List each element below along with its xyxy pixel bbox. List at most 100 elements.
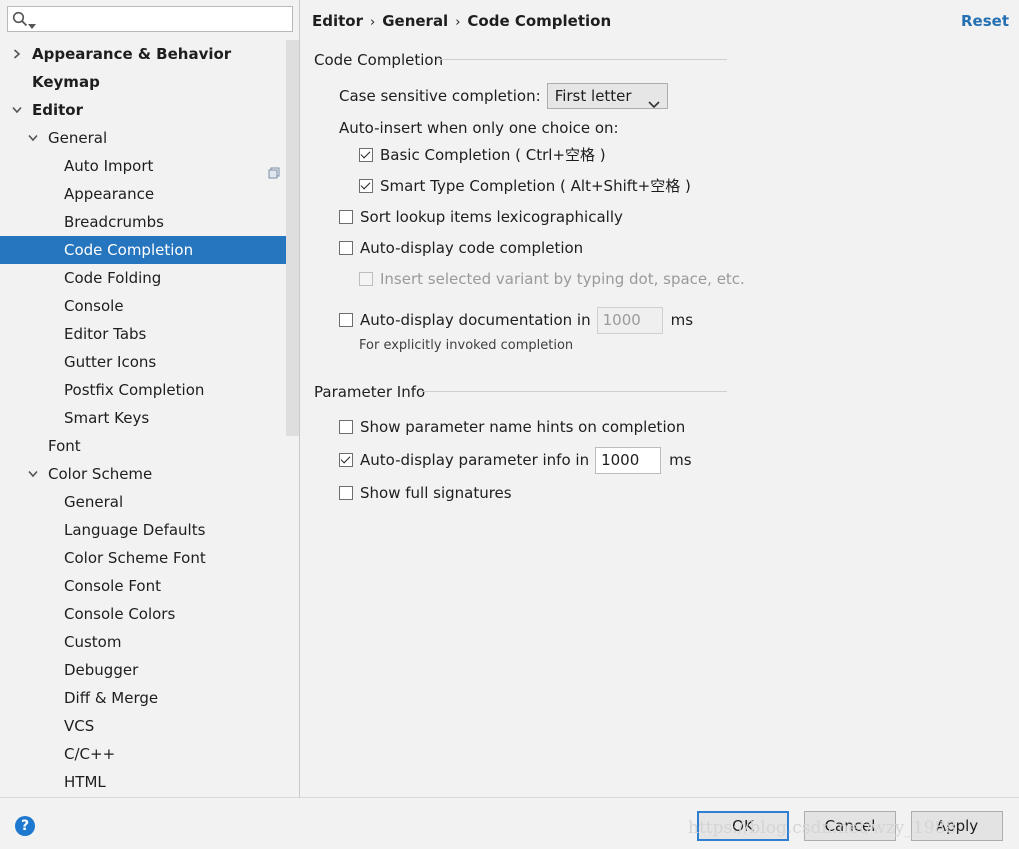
sidebar-item-label: Auto Import xyxy=(64,157,154,175)
show-name-hints-option[interactable]: Show parameter name hints on completion xyxy=(339,415,685,439)
basic-completion-checkbox[interactable] xyxy=(359,148,373,162)
sidebar-item-console-font[interactable]: Console Font xyxy=(0,572,299,600)
search-input[interactable] xyxy=(40,9,289,29)
sidebar-item-label: HTML xyxy=(64,773,106,791)
sidebar-item-label: Color Scheme Font xyxy=(64,549,206,567)
reset-link[interactable]: Reset xyxy=(961,10,1009,32)
sidebar-item-label: Smart Keys xyxy=(64,409,150,427)
sidebar-item-gutter-icons[interactable]: Gutter Icons xyxy=(0,348,299,376)
chevron-down-icon xyxy=(648,92,660,116)
sidebar-item-code-folding[interactable]: Code Folding xyxy=(0,264,299,292)
sidebar-item-label: General xyxy=(64,493,124,511)
help-icon[interactable]: ? xyxy=(15,816,35,836)
sidebar-item-label: Breadcrumbs xyxy=(64,213,164,231)
sidebar-item-console[interactable]: Console xyxy=(0,292,299,320)
cancel-button[interactable]: Cancel xyxy=(804,811,896,841)
sidebar-item-general[interactable]: General xyxy=(0,124,299,152)
sidebar-item-code-completion[interactable]: Code Completion xyxy=(0,236,299,264)
sidebar-item-language-defaults[interactable]: Language Defaults xyxy=(0,516,299,544)
breadcrumb: Editor › General › Code Completion xyxy=(312,10,611,32)
auto-display-parameter-info-checkbox[interactable] xyxy=(339,453,353,467)
case-sensitive-selected-value: First letter xyxy=(554,87,632,105)
sidebar-item-general[interactable]: General xyxy=(0,488,299,516)
settings-search-field[interactable] xyxy=(7,6,293,32)
auto-display-code-completion-option[interactable]: Auto-display code completion xyxy=(339,236,583,260)
chevron-down-icon[interactable] xyxy=(10,96,24,124)
settings-content-panel: Editor › General › Code Completion Reset Cod… xyxy=(300,0,1019,797)
show-name-hints-checkbox[interactable] xyxy=(339,420,353,434)
sidebar-item-smart-keys[interactable]: Smart Keys xyxy=(0,404,299,432)
sidebar-item-label: Diff & Merge xyxy=(64,689,159,707)
sidebar-item-keymap[interactable]: Keymap xyxy=(0,68,299,96)
sidebar-item-color-scheme-font[interactable]: Color Scheme Font xyxy=(0,544,299,572)
auto-display-documentation-checkbox[interactable] xyxy=(339,313,353,327)
case-sensitive-label: Case sensitive completion: xyxy=(339,87,541,105)
section-divider xyxy=(438,59,727,60)
sidebar-item-editor-tabs[interactable]: Editor Tabs xyxy=(0,320,299,348)
smart-type-completion-option[interactable]: Smart Type Completion ( Alt+Shift+空格 ) xyxy=(359,174,691,198)
documentation-delay-field[interactable]: 1000 xyxy=(596,306,663,334)
parameter-info-delay-unit: ms xyxy=(669,451,692,469)
show-full-signatures-option[interactable]: Show full signatures xyxy=(339,481,512,505)
breadcrumb-item: Code Completion xyxy=(467,12,612,30)
sidebar-item-label: Console Colors xyxy=(64,605,176,623)
sidebar-item-html[interactable]: HTML xyxy=(0,768,299,796)
search-icon xyxy=(12,11,28,31)
insert-selected-variant-option: Insert selected variant by typing dot, s… xyxy=(359,267,745,291)
breadcrumb-item: Editor xyxy=(312,12,363,30)
sidebar-item-label: Keymap xyxy=(32,73,100,91)
auto-display-documentation-label: Auto-display documentation in xyxy=(360,311,591,329)
sidebar-item-label: Appearance xyxy=(64,185,155,203)
auto-display-parameter-info-label: Auto-display parameter info in xyxy=(360,451,590,469)
insert-selected-variant-label: Insert selected variant by typing dot, s… xyxy=(380,270,745,288)
sidebar-item-label: Code Folding xyxy=(64,269,162,287)
breadcrumb-separator-icon: › xyxy=(370,15,376,30)
sidebar-item-appearance-behavior[interactable]: Appearance & Behavior xyxy=(0,40,299,68)
case-sensitive-select[interactable]: First letter xyxy=(546,83,668,109)
sidebar-item-custom[interactable]: Custom xyxy=(0,628,299,656)
section-title-code-completion: Code Completion xyxy=(314,51,444,69)
sidebar-item-label: Language Defaults xyxy=(64,521,206,539)
sidebar-item-postfix-completion[interactable]: Postfix Completion xyxy=(0,376,299,404)
sidebar-item-label: Editor Tabs xyxy=(64,325,147,343)
sort-lexicographically-checkbox[interactable] xyxy=(339,210,353,224)
sidebar-item-label: Console Font xyxy=(64,577,161,595)
settings-sidebar: Appearance & Behavior Keymap Editor General… xyxy=(0,0,300,797)
search-options-chevron-icon[interactable] xyxy=(28,16,36,34)
sidebar-item-label: Editor xyxy=(32,101,83,119)
auto-display-documentation-option[interactable]: Auto-display documentation in 1000 ms xyxy=(339,306,693,334)
sidebar-item-c-c-[interactable]: C/C++ xyxy=(0,740,299,768)
auto-display-code-completion-label: Auto-display code completion xyxy=(360,239,584,257)
apply-button[interactable]: Apply xyxy=(911,811,1003,841)
chevron-down-icon[interactable] xyxy=(26,460,40,488)
breadcrumb-separator-icon: › xyxy=(455,15,461,30)
auto-display-code-completion-checkbox[interactable] xyxy=(339,241,353,255)
basic-completion-label: Basic Completion ( Ctrl+空格 ) xyxy=(380,146,606,164)
show-name-hints-label: Show parameter name hints on completion xyxy=(360,418,686,436)
sidebar-item-debugger[interactable]: Debugger xyxy=(0,656,299,684)
sidebar-item-appearance[interactable]: Appearance xyxy=(0,180,299,208)
sidebar-item-breadcrumbs[interactable]: Breadcrumbs xyxy=(0,208,299,236)
chevron-down-icon[interactable] xyxy=(26,124,40,152)
chevron-right-icon[interactable] xyxy=(10,40,24,68)
basic-completion-option[interactable]: Basic Completion ( Ctrl+空格 ) xyxy=(359,143,606,167)
sort-lexicographically-option[interactable]: Sort lookup items lexicographically xyxy=(339,205,623,229)
sidebar-scrollbar[interactable] xyxy=(286,40,299,436)
auto-display-parameter-info-option[interactable]: Auto-display parameter info in 1000 ms xyxy=(339,446,692,474)
sidebar-item-label: Gutter Icons xyxy=(64,353,157,371)
smart-type-completion-checkbox[interactable] xyxy=(359,179,373,193)
sidebar-item-label: VCS xyxy=(64,717,95,735)
show-full-signatures-checkbox[interactable] xyxy=(339,486,353,500)
sidebar-item-editor[interactable]: Editor xyxy=(0,96,299,124)
sidebar-item-vcs[interactable]: VCS xyxy=(0,712,299,740)
sidebar-item-color-scheme[interactable]: Color Scheme xyxy=(0,460,299,488)
sidebar-item-auto-import[interactable]: Auto Import xyxy=(0,152,299,180)
sidebar-item-diff-merge[interactable]: Diff & Merge xyxy=(0,684,299,712)
ok-button[interactable]: OK xyxy=(697,811,789,841)
sidebar-item-font[interactable]: Font xyxy=(0,432,299,460)
sidebar-item-console-colors[interactable]: Console Colors xyxy=(0,600,299,628)
sidebar-item-label: Console xyxy=(64,297,124,315)
sidebar-item-label: General xyxy=(48,129,108,147)
parameter-info-delay-field[interactable]: 1000 xyxy=(595,446,662,474)
sidebar-item-label: Debugger xyxy=(64,661,139,679)
